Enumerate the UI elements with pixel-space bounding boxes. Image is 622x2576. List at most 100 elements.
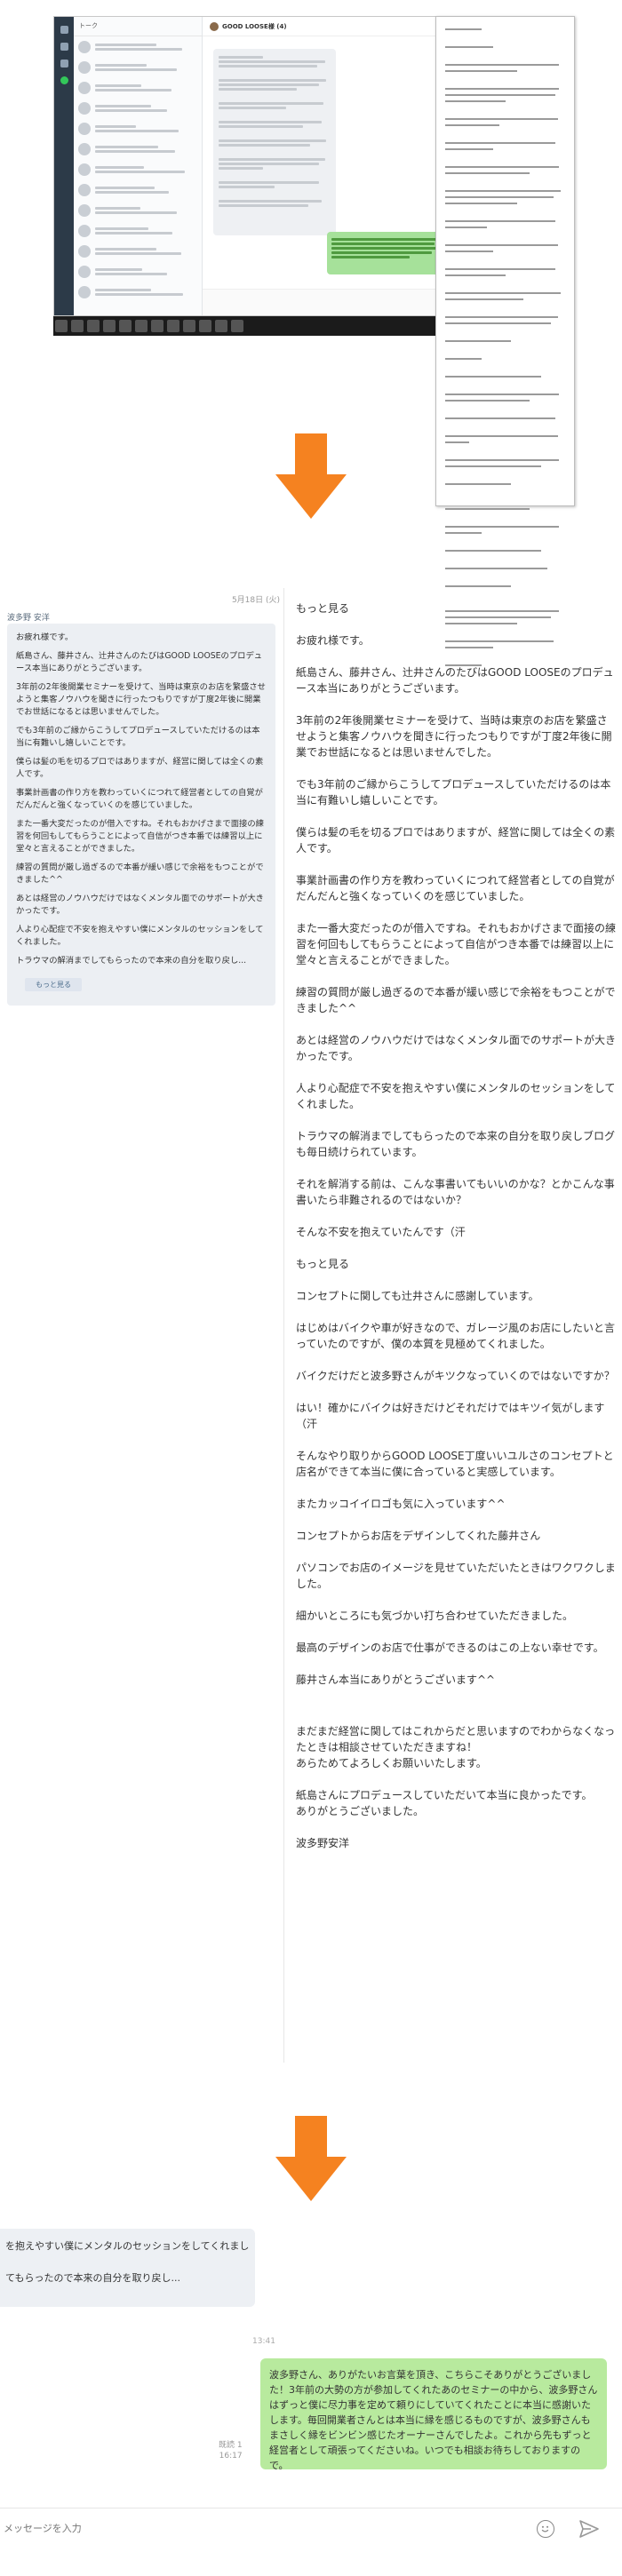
- doc-line: パソコンでお店のイメージを見せていただいたときはワクワクしました。: [296, 1562, 616, 1590]
- avatar: [78, 142, 91, 155]
- message-line: 練習の質問が厳し過ぎるので本番が緩い感じで余裕をもつことができました^^: [16, 863, 264, 885]
- incoming-message-thumbnail: [213, 49, 336, 235]
- chat-list-item[interactable]: [74, 98, 202, 118]
- chat-list-header: トーク: [74, 17, 202, 36]
- doc-line: また一番大変だったのが借入ですね。それもおかげさまで面接の練習を何回もしてもらう…: [296, 922, 617, 966]
- chat-icon[interactable]: [60, 43, 68, 51]
- message-line: を抱えやすい僕にメンタルのセッションをしてくれまし: [5, 2240, 250, 2252]
- doc-signature: 波多野安洋: [296, 1837, 350, 1849]
- chat-avatar: [210, 21, 219, 31]
- doc-line: そんなやり取りからGOOD LOOSE丁度いいユルさのコンセプトと店名ができて本…: [296, 1450, 614, 1478]
- read-receipt: 既読 1 16:17: [219, 2440, 243, 2461]
- full-message-document: もっと見る お疲れ様です。 紙島さん、藤井さん、辻井さんのたびはGOOD LOO…: [296, 600, 616, 1867]
- chat-list-item[interactable]: [74, 220, 202, 241]
- chat-list-item[interactable]: [74, 139, 202, 159]
- message-line: てもらったので本来の自分を取り戻し...: [5, 2272, 180, 2284]
- chat-list-item[interactable]: [74, 241, 202, 261]
- avatar: [78, 183, 91, 196]
- chat-list-item[interactable]: [74, 282, 202, 302]
- doc-line: 練習の質問が厳し過ぎるので本番が緩い感じで余裕をもつことができました^^: [296, 986, 616, 1014]
- message-line: 3年前の2年後開業セミナーを受けて、当時は東京のお店を繁盛させようと集客ノウハウ…: [16, 682, 266, 717]
- avatar: [78, 203, 91, 217]
- doc-line: 人より心配症で不安を抱えやすい僕にメンタルのセッションをしてくれました。: [296, 1082, 616, 1110]
- date-separator: 5月18日 (火): [231, 596, 280, 605]
- message-timestamp: 13:41: [252, 2337, 275, 2346]
- avatar: [78, 60, 91, 74]
- message-line: 僕らは髪の毛を切るプロではありますが、経営に関しては全くの素人です。: [16, 757, 264, 779]
- message-line: でも3年前のご縁からこうしてプロデュースしていただけるのは本当に有難いし嬉しいこ…: [16, 726, 260, 748]
- doc-line: 僕らは髪の毛を切るプロではありますが、経営に関しては全くの素人です。: [296, 826, 616, 855]
- chat-list: トーク: [74, 17, 203, 315]
- avatar: [78, 285, 91, 298]
- message-line: トラウマの解消までしてもらったので本来の自分を取り戻し...: [16, 956, 247, 966]
- avatar: [78, 40, 91, 53]
- doc-line: お疲れ様です。: [296, 634, 370, 647]
- message-line: また一番大変だったのが借入ですね。それもおかげさまで面接の練習を何回もしてもらう…: [16, 819, 264, 854]
- doc-line: 最高のデザインのお店で仕事ができるのはこの上ない幸せです。: [296, 1642, 604, 1654]
- timeline-icon[interactable]: [60, 60, 68, 68]
- friends-icon[interactable]: [60, 26, 68, 34]
- chat-list-item[interactable]: [74, 77, 202, 98]
- messenger-window: トーク GOOD LOOSE様 (4): [53, 16, 458, 316]
- chat-list-item[interactable]: [74, 118, 202, 139]
- message-line: 紙島さん、藤井さん、辻井さんのたびはGOOD LOOSEのプロデュース本当にあり…: [16, 651, 263, 673]
- message-document-thumbnail: [435, 16, 575, 666]
- chat-pane: GOOD LOOSE様 (4): [203, 17, 457, 315]
- down-arrow-icon: [275, 433, 347, 519]
- reply-text: 波多野さん、ありがたいお言葉を頂き、こちらこそありがとうございました！3年前の大…: [269, 2369, 598, 2471]
- doc-line: それを解消する前は、こんな事書いてもいいのかな？とかこんな事書いたら非難されるの…: [296, 1178, 615, 1206]
- read-more-link[interactable]: もっと見る: [296, 1256, 616, 1272]
- outgoing-message-thumbnail: [327, 232, 448, 274]
- read-more-button[interactable]: もっと見る: [25, 978, 82, 991]
- doc-line: はじめはバイクや車が好きなので、ガレージ風のお店にしたいと言っていたのですが、僕…: [296, 1322, 616, 1350]
- avatar: [78, 265, 91, 278]
- chat-title: GOOD LOOSE様 (4): [222, 22, 287, 30]
- avatar: [78, 122, 91, 135]
- chat-list-item[interactable]: [74, 57, 202, 77]
- chat-list-item[interactable]: [74, 179, 202, 200]
- emoji-icon[interactable]: [537, 2520, 554, 2538]
- doc-line: コンセプトからお店をデザインしてくれた藤井さん: [296, 1530, 541, 1542]
- doc-line: 藤井さん本当にありがとうございます^^: [296, 1674, 496, 1686]
- message-composer: [0, 2508, 622, 2572]
- message-input[interactable]: [4, 2517, 519, 2539]
- avatar: [78, 224, 91, 237]
- chat-list-item[interactable]: [74, 159, 202, 179]
- doc-line: でも3年前のご縁からこうしてプロデュースしていただけるのは本当に有難いし嬉しいこ…: [296, 778, 611, 807]
- doc-line: そんな不安を抱えていたんです（汗: [296, 1226, 466, 1238]
- send-icon[interactable]: [578, 2519, 600, 2539]
- read-more-link[interactable]: もっと見る: [296, 600, 616, 616]
- zoomed-message-view: 5月18日 (火) 波多野 安洋 お疲れ様です。 紙島さん、藤井さん、辻井さんの…: [0, 588, 622, 2063]
- avatar: [78, 101, 91, 115]
- reply-view: を抱えやすい僕にメンタルのセッションをしてくれまし てもらったので本来の自分を取…: [0, 2216, 622, 2576]
- down-arrow-icon: [275, 2116, 347, 2201]
- doc-line: 事業計画書の作り方を教わっていくにつれて経営者としての自覚がだんだんと強くなって…: [296, 874, 615, 902]
- taskbar: [53, 316, 458, 336]
- doc-line: またカッコイイロゴも気に入っています^^: [296, 1498, 506, 1510]
- doc-line: 細かいところにも気づかい打ち合わせていただきました。: [296, 1610, 574, 1622]
- incoming-message-bubble: を抱えやすい僕にメンタルのセッションをしてくれまし てもらったので本来の自分を取…: [0, 2229, 255, 2307]
- doc-line: 紙島さんにプロデュースしていただいて本当に良かったです。 ありがとうございました…: [296, 1789, 593, 1817]
- panel-divider: [283, 588, 284, 2063]
- message-input-thumbnail[interactable]: [203, 289, 457, 315]
- message-timestamp: 16:17: [219, 2452, 243, 2461]
- chat-list-item[interactable]: [74, 36, 202, 57]
- message-line: あとは経営のノウハウだけではなくメンタル面でのサポートが大きかったです。: [16, 894, 264, 916]
- side-rail: [54, 17, 74, 315]
- incoming-message-bubble: お疲れ様です。 紙島さん、藤井さん、辻井さんのたびはGOOD LOOSEのプロデ…: [7, 624, 275, 1006]
- doc-line: まだまだ経営に関してはこれからだと思いますのでわからなくなったときは相談させてい…: [296, 1725, 616, 1769]
- message-line: お疲れ様です。: [16, 632, 74, 642]
- outgoing-message-bubble: 波多野さん、ありがたいお言葉を頂き、こちらこそありがとうございました！3年前の大…: [260, 2358, 607, 2471]
- doc-line: 紙島さん、藤井さん、辻井さんのたびはGOOD LOOSEのプロデュース本当にあり…: [296, 666, 614, 695]
- chat-header: GOOD LOOSE様 (4): [203, 17, 457, 36]
- doc-line: はい！確かにバイクは好きだけどそれだけではキツイ気がします（汗: [296, 1402, 605, 1430]
- message-line: 人より心配症で不安を抱えやすい僕にメンタルのセッションをしてくれました。: [16, 925, 264, 947]
- message-line: 事業計画書の作り方を教わっていくにつれて経営者としての自覚がだんだんと強くなって…: [16, 788, 263, 810]
- doc-line: あとは経営のノウハウだけではなくメンタル面でのサポートが大きかったです。: [296, 1034, 617, 1062]
- avatar: [78, 163, 91, 176]
- sender-name: 波多野 安洋: [7, 614, 50, 623]
- chat-list-item[interactable]: [74, 261, 202, 282]
- chat-list-item[interactable]: [74, 200, 202, 220]
- doc-line: コンセプトに関しても辻井さんに感謝しています。: [296, 1290, 539, 1302]
- chat-message-zoom: 5月18日 (火) 波多野 安洋 お疲れ様です。 紙島さん、藤井さん、辻井さんの…: [0, 588, 280, 1014]
